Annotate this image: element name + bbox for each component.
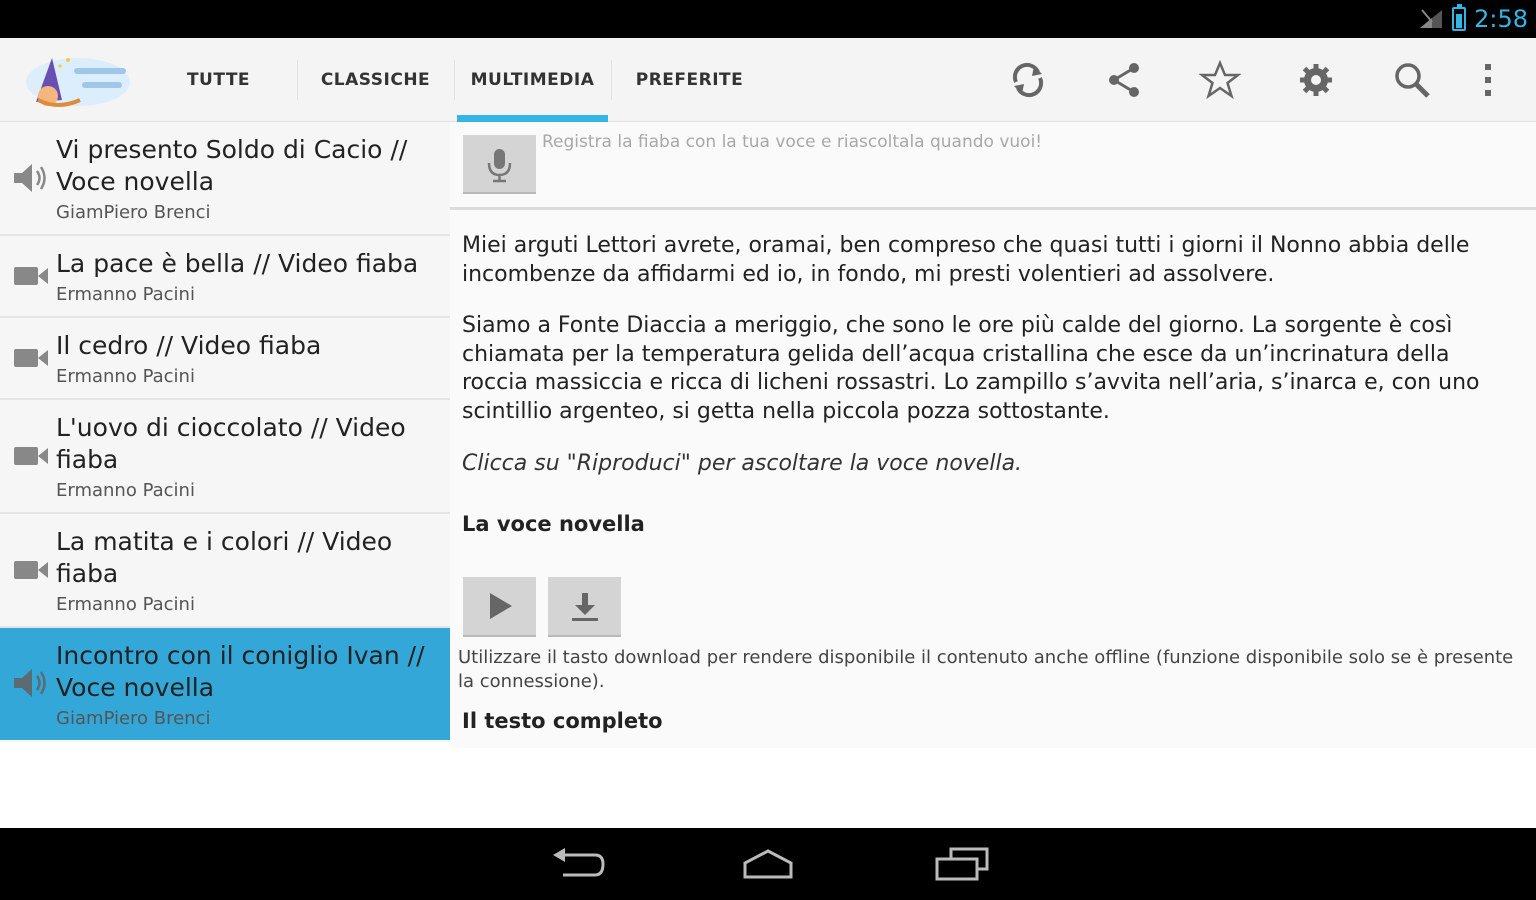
tab-multimedia[interactable]: MULTIMEDIA — [454, 38, 611, 122]
story-detail: Registra la fiaba con la tua voce e rias… — [450, 122, 1536, 748]
tab-classiche[interactable]: CLASSICHE — [297, 38, 454, 122]
list-item-title: La pace è bella // Video fiaba — [56, 249, 419, 278]
story-list: Vi presento Soldo di Cacio // Voce novel… — [0, 122, 450, 742]
list-item[interactable]: Vi presento Soldo di Cacio // Voce novel… — [0, 122, 450, 236]
list-item-title: Vi presento Soldo di Cacio // Voce novel… — [56, 135, 408, 196]
settings-button[interactable] — [1268, 38, 1364, 122]
overflow-menu-button[interactable] — [1460, 38, 1516, 122]
list-item-author: GiamPiero Brenci — [56, 708, 211, 729]
play-button[interactable] — [463, 577, 536, 637]
recent-apps-icon — [935, 847, 989, 881]
share-button[interactable] — [1076, 38, 1172, 122]
back-icon — [553, 848, 605, 877]
list-item[interactable]: L'uovo di cioccolato // Video fiaba Erma… — [0, 400, 450, 514]
star-icon — [1199, 59, 1241, 100]
settings-icon — [1300, 64, 1332, 96]
full-text-heading: Il testo completo — [462, 709, 663, 733]
action-bar: TUTTE CLASSICHE MULTIMEDIA PREFERITE — [0, 38, 1536, 122]
status-icons: 2:58 — [1418, 4, 1528, 34]
tab-preferite[interactable]: PREFERITE — [611, 38, 768, 122]
tab-tutte[interactable]: TUTTE — [140, 38, 297, 122]
favorite-button[interactable] — [1172, 38, 1268, 122]
audio-icon — [14, 669, 46, 697]
status-bar: 2:58 — [0, 0, 1536, 38]
battery-icon — [1452, 4, 1467, 31]
list-item-title: Il cedro // Video fiaba — [56, 331, 322, 360]
audio-icon — [14, 164, 46, 192]
refresh-button[interactable] — [980, 38, 1076, 122]
app-logo-icon[interactable] — [18, 50, 136, 110]
list-item-title: Incontro con il coniglio Ivan // Voce no… — [56, 641, 425, 702]
main-content: Vi presento Soldo di Cacio // Voce novel… — [0, 122, 1536, 828]
story-paragraph: Miei arguti Lettori avrete, oramai, ben … — [462, 233, 1470, 287]
list-item-title: La matita e i colori // Video fiaba — [56, 527, 393, 588]
video-icon — [14, 267, 48, 285]
navigation-bar — [0, 828, 1536, 900]
signal-icon — [1420, 9, 1443, 28]
share-icon — [1109, 63, 1139, 97]
list-item-author: Ermanno Pacini — [56, 366, 195, 387]
list-item-selected[interactable]: Incontro con il coniglio Ivan // Voce no… — [0, 628, 450, 740]
home-icon — [743, 849, 793, 879]
play-instruction: Clicca su "Riproduci" per ascoltare la v… — [462, 451, 1023, 476]
search-button[interactable] — [1364, 38, 1460, 122]
home-button[interactable] — [733, 842, 803, 886]
story-paragraph: Siamo a Fonte Diaccia a meriggio, che so… — [462, 313, 1480, 424]
refresh-icon — [1012, 62, 1044, 98]
download-note: Utilizzare il tasto download per rendere… — [458, 647, 1514, 692]
microphone-icon — [487, 149, 512, 183]
list-item-author: Ermanno Pacini — [56, 480, 195, 501]
list-item[interactable]: La pace è bella // Video fiaba Ermanno P… — [0, 236, 450, 318]
video-icon — [14, 447, 48, 465]
clock: 2:58 — [1474, 5, 1528, 33]
action-icons — [980, 38, 1516, 122]
video-icon — [14, 349, 48, 367]
list-item-title: L'uovo di cioccolato // Video fiaba — [56, 413, 406, 474]
list-item[interactable]: La matita e i colori // Video fiaba Erma… — [0, 514, 450, 628]
play-icon — [489, 593, 512, 619]
list-item[interactable]: Il cedro // Video fiaba Ermanno Pacini — [0, 318, 450, 400]
search-icon — [1395, 63, 1430, 98]
list-item-author: Ermanno Pacini — [56, 594, 195, 615]
list-item-author: GiamPiero Brenci — [56, 202, 211, 223]
record-button[interactable] — [463, 135, 536, 194]
record-row: Registra la fiaba con la tua voce e rias… — [450, 122, 1536, 210]
video-icon — [14, 561, 48, 579]
back-button[interactable] — [542, 842, 612, 886]
download-button[interactable] — [548, 577, 621, 637]
recent-apps-button[interactable] — [926, 842, 996, 886]
record-hint: Registra la fiaba con la tua voce e rias… — [542, 132, 1043, 152]
voice-heading: La voce novella — [462, 512, 645, 536]
tab-bar: TUTTE CLASSICHE MULTIMEDIA PREFERITE — [140, 38, 768, 122]
list-item-author: Ermanno Pacini — [56, 284, 195, 305]
download-icon — [571, 593, 598, 621]
overflow-menu-icon — [1485, 64, 1491, 96]
